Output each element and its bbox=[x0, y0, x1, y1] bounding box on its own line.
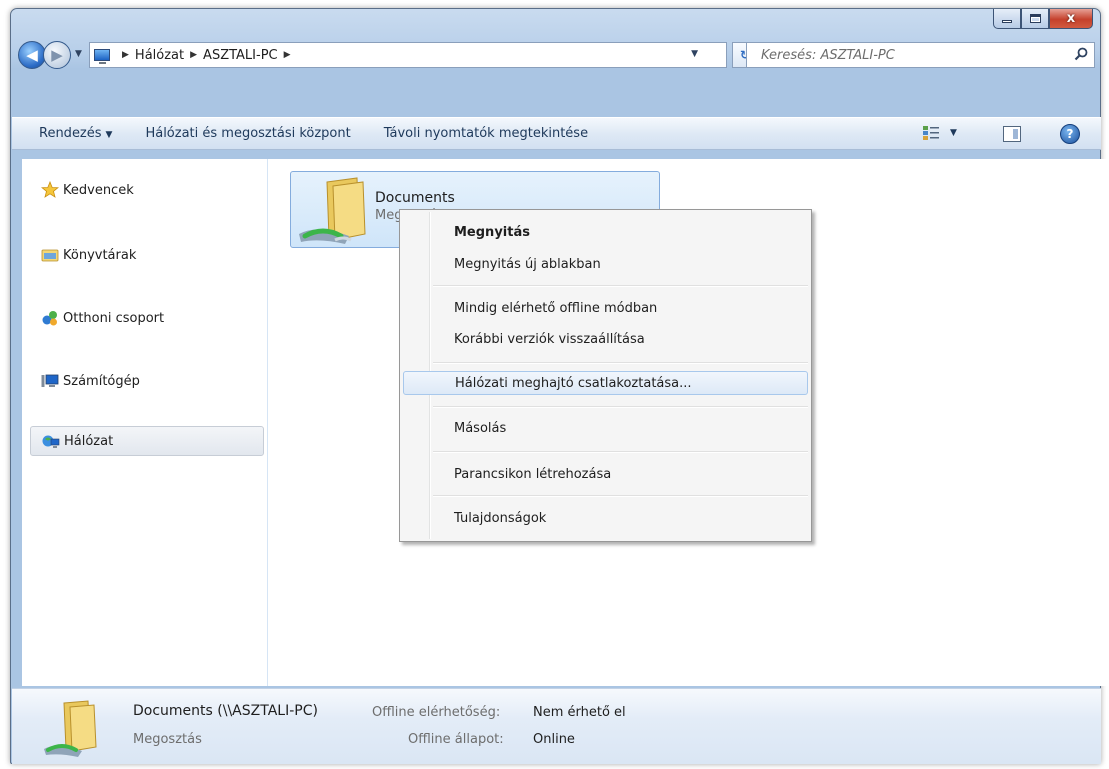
sidebar-item-libraries[interactable]: Könyvtárak bbox=[30, 240, 264, 270]
breadcrumb-separator-icon[interactable]: ▶ bbox=[122, 50, 129, 60]
menu-item-always-offline[interactable]: Mindig elérhető offline módban bbox=[403, 296, 808, 320]
preview-pane-button[interactable] bbox=[1003, 126, 1021, 142]
forward-arrow-icon: ▶ bbox=[51, 46, 63, 64]
sidebar-item-label: Könyvtárak bbox=[63, 247, 137, 263]
details-type: Megosztás bbox=[133, 732, 202, 747]
help-button[interactable]: ? bbox=[1060, 124, 1080, 144]
offline-status-label: Offline állapot: bbox=[408, 732, 504, 747]
sidebar-item-label: Hálózat bbox=[64, 433, 114, 449]
help-icon: ? bbox=[1066, 127, 1074, 141]
caption-buttons: x bbox=[993, 9, 1093, 29]
menu-separator bbox=[433, 362, 808, 364]
sidebar-item-homegroup[interactable]: Otthoni csoport bbox=[30, 303, 264, 333]
address-bar[interactable]: ▶ Hálózat ▶ ASZTALI-PC ▶ ▼ bbox=[89, 42, 727, 68]
menu-item-open[interactable]: Megnyitás bbox=[403, 220, 808, 244]
homegroup-icon bbox=[42, 311, 57, 326]
sidebar-item-label: Otthoni csoport bbox=[63, 310, 165, 326]
menu-item-map-network-drive[interactable]: Hálózati meghajtó csatlakoztatása... bbox=[403, 371, 808, 395]
sidebar-item-label: Kedvencek bbox=[63, 182, 134, 198]
close-icon: x bbox=[1066, 11, 1076, 26]
organize-label: Rendezés bbox=[39, 126, 102, 141]
minimize-icon bbox=[1002, 20, 1012, 23]
computer-icon bbox=[41, 374, 59, 387]
minimize-button[interactable] bbox=[993, 9, 1021, 29]
back-button[interactable]: ◀ bbox=[18, 41, 46, 69]
organize-menu[interactable]: Rendezés ▼ bbox=[39, 126, 112, 141]
remote-printers-button[interactable]: Távoli nyomtatók megtekintése bbox=[384, 126, 588, 141]
menu-separator bbox=[433, 495, 808, 497]
view-icon bbox=[923, 126, 939, 140]
menu-separator bbox=[433, 406, 808, 408]
computer-icon bbox=[94, 49, 110, 64]
maximize-button[interactable] bbox=[1021, 9, 1049, 29]
offline-status-value: Online bbox=[533, 732, 575, 747]
view-options-button[interactable]: ▼ bbox=[922, 125, 957, 141]
chevron-down-icon: ▼ bbox=[105, 130, 113, 140]
close-button[interactable]: x bbox=[1049, 9, 1093, 29]
details-pane: Documents (\\ASZTALI-PC) Megosztás Offli… bbox=[12, 688, 1101, 764]
menu-item-open-new-window[interactable]: Megnyitás új ablakban bbox=[403, 252, 808, 276]
menu-separator bbox=[433, 285, 808, 287]
sidebar-item-favorites[interactable]: Kedvencek bbox=[30, 175, 264, 205]
details-title: Documents (\\ASZTALI-PC) bbox=[133, 703, 318, 719]
sidebar-item-computer[interactable]: Számítógép bbox=[30, 366, 264, 396]
offline-availability-value: Nem érhető el bbox=[533, 705, 626, 720]
menu-item-create-shortcut[interactable]: Parancsikon létrehozása bbox=[403, 462, 808, 486]
back-arrow-icon: ◀ bbox=[26, 46, 38, 64]
breadcrumb-separator-icon[interactable]: ▶ bbox=[190, 50, 197, 60]
history-dropdown-icon[interactable]: ▼ bbox=[75, 49, 82, 59]
menu-item-properties[interactable]: Tulajdonságok bbox=[403, 506, 808, 530]
menu-item-restore-versions[interactable]: Korábbi verziók visszaállítása bbox=[403, 327, 808, 351]
breadcrumb-network[interactable]: Hálózat bbox=[135, 48, 184, 63]
search-placeholder: Keresés: ASZTALI-PC bbox=[761, 47, 895, 63]
search-input[interactable]: Keresés: ASZTALI-PC bbox=[746, 42, 1095, 68]
command-bar: Rendezés ▼ Hálózati és megosztási központ… bbox=[12, 117, 1101, 150]
sidebar-item-network[interactable]: Hálózat bbox=[30, 426, 264, 456]
network-icon bbox=[42, 435, 60, 448]
shared-folder-icon bbox=[299, 177, 366, 244]
chevron-down-icon: ▼ bbox=[950, 128, 957, 138]
navigation-pane: Kedvencek Könyvtárak Otthoni csoport Szá… bbox=[22, 159, 268, 686]
menu-separator bbox=[433, 451, 808, 453]
share-name: Documents bbox=[375, 190, 455, 206]
navigation-row: ◀ ▶ ▼ ▶ Hálózat ▶ ASZTALI-PC ▶ ▼ ↻ Keres… bbox=[11, 36, 1100, 72]
breadcrumb-separator-icon[interactable]: ▶ bbox=[284, 50, 291, 60]
forward-button[interactable]: ▶ bbox=[43, 41, 71, 69]
offline-availability-label: Offline elérhetőség: bbox=[372, 705, 501, 720]
menu-item-copy[interactable]: Másolás bbox=[403, 416, 808, 440]
breadcrumb-computer[interactable]: ASZTALI-PC bbox=[203, 48, 278, 63]
library-icon bbox=[41, 249, 59, 262]
sidebar-item-label: Számítógép bbox=[63, 373, 140, 389]
shared-folder-icon bbox=[44, 700, 97, 757]
maximize-icon bbox=[1029, 14, 1041, 23]
search-icon[interactable] bbox=[1074, 47, 1088, 61]
context-menu: Megnyitás Megnyitás új ablakban Mindig e… bbox=[399, 209, 812, 542]
address-dropdown-icon[interactable]: ▼ bbox=[691, 49, 698, 59]
star-icon bbox=[41, 181, 59, 198]
network-center-button[interactable]: Hálózati és megosztási központ bbox=[145, 126, 350, 141]
